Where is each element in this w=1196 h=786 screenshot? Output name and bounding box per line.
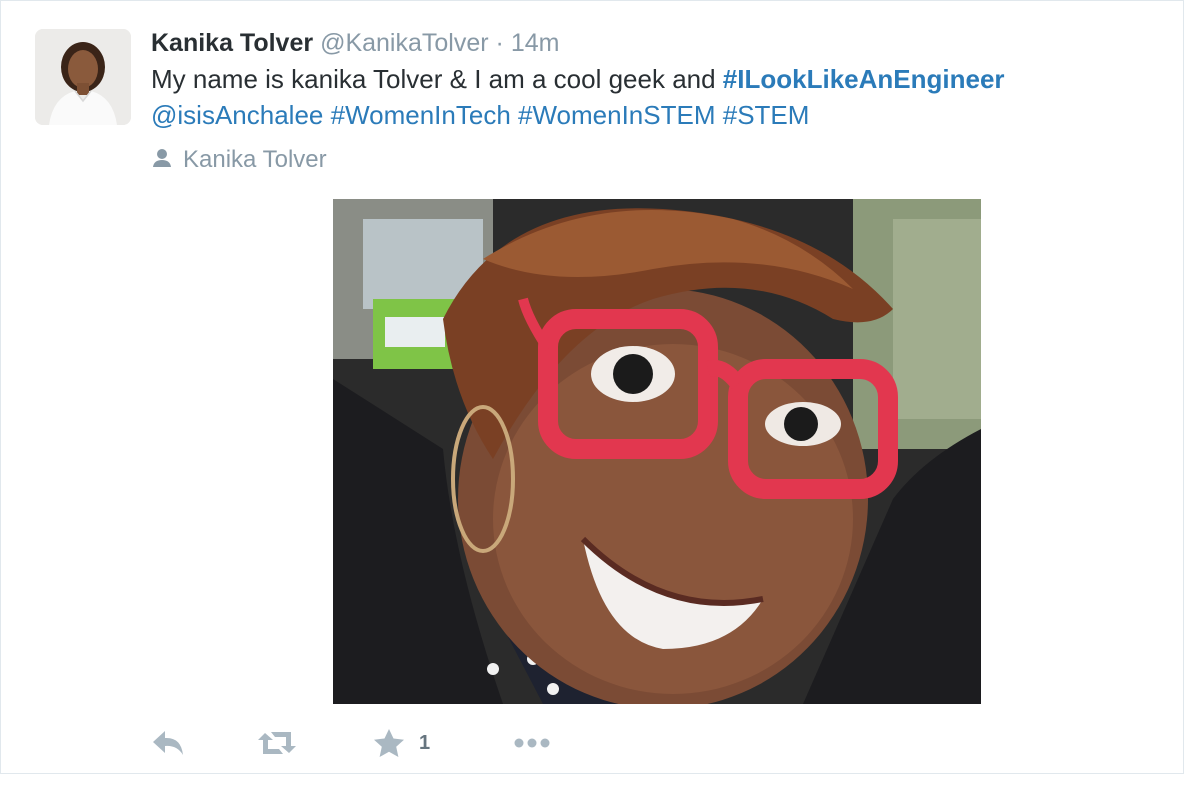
avatar[interactable]: [35, 29, 131, 125]
hashtag-womenintech[interactable]: #WomenInTech: [331, 100, 511, 130]
favorite-button[interactable]: 1: [373, 723, 430, 763]
tweet-text-body: My name is kanika Tolver & I am a cool g…: [151, 64, 723, 94]
author-name[interactable]: Kanika Tolver: [151, 29, 313, 57]
hashtag-womeninstem[interactable]: #WomenInSTEM: [518, 100, 715, 130]
favorite-count: 1: [419, 731, 431, 754]
more-button[interactable]: [513, 723, 551, 763]
star-icon: [373, 728, 405, 758]
reply-icon: [151, 729, 185, 757]
reply-button[interactable]: [151, 723, 185, 763]
tweet-text: My name is kanika Tolver & I am a cool g…: [151, 61, 1151, 133]
hashtag-ilooklikeanengineer[interactable]: #ILookLikeAnEngineer: [723, 64, 1005, 94]
header-separator: ·: [495, 29, 504, 57]
context-label[interactable]: Kanika Tolver: [183, 146, 327, 173]
author-username[interactable]: @KanikaTolver: [320, 29, 489, 57]
tweet-context: Kanika Tolver: [151, 143, 327, 177]
retweet-icon: [257, 729, 297, 757]
mention-isisanchalee[interactable]: @isisAnchalee: [151, 100, 323, 130]
tweet-media-photo[interactable]: [333, 199, 981, 704]
retweet-button[interactable]: [257, 723, 297, 763]
avatar-photo: [35, 29, 131, 125]
tweet-timestamp[interactable]: 14m: [511, 29, 560, 57]
hashtag-stem[interactable]: #STEM: [723, 100, 810, 130]
more-dots-icon: [513, 737, 551, 749]
tweet-card[interactable]: Kanika Tolver @KanikaTolver · 14m My nam…: [0, 0, 1184, 774]
person-icon: [151, 145, 173, 167]
selfie-photo: [333, 199, 981, 704]
tweet-header: Kanika Tolver @KanikaTolver · 14m: [151, 27, 559, 59]
